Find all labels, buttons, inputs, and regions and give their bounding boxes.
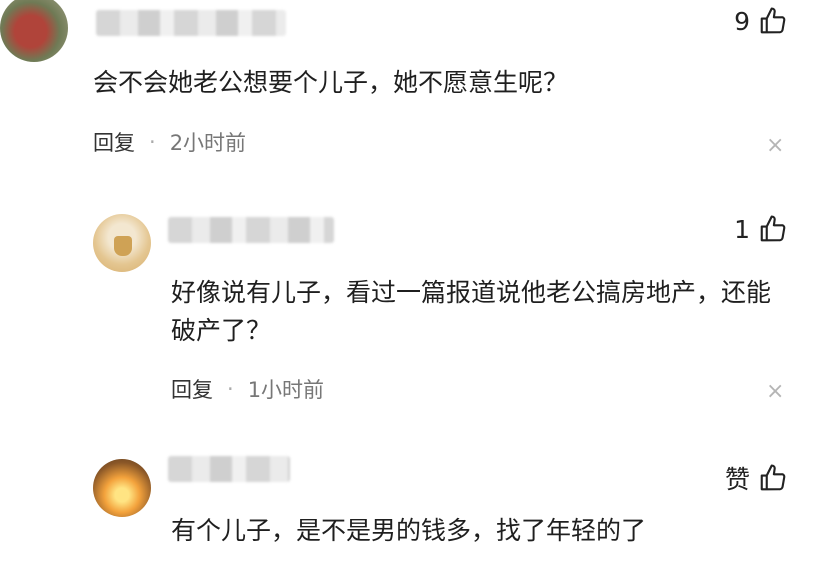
comment-text: 好像说有儿子，看过一篇报道说他老公搞房地产，还能破产了？ bbox=[171, 278, 772, 345]
like-button[interactable]: 1 bbox=[734, 214, 788, 244]
close-icon[interactable]: × bbox=[766, 133, 784, 158]
separator-dot: · bbox=[227, 377, 234, 401]
like-count: 9 bbox=[734, 6, 750, 36]
like-count: 1 bbox=[734, 214, 750, 244]
comment-meta: 回复 · 2小时前 bbox=[93, 127, 246, 157]
avatar[interactable] bbox=[0, 0, 68, 62]
timestamp: 1小时前 bbox=[247, 378, 325, 402]
thumbs-up-icon bbox=[760, 7, 786, 34]
avatar[interactable] bbox=[93, 214, 151, 272]
like-label: 赞 bbox=[724, 465, 750, 494]
thumbs-up-icon bbox=[760, 215, 786, 242]
avatar[interactable] bbox=[93, 459, 151, 517]
comment-text: 有个儿子，是不是男的钱多，找了年轻的了 bbox=[171, 516, 647, 545]
separator-dot: · bbox=[149, 130, 156, 154]
comment-text: 会不会她老公想要个儿子，她不愿意生呢？ bbox=[93, 68, 569, 97]
username-blurred[interactable] bbox=[168, 217, 334, 243]
comment-meta: 回复 · 1小时前 bbox=[171, 374, 324, 404]
close-icon[interactable]: × bbox=[766, 379, 784, 404]
like-button[interactable]: 9 bbox=[734, 6, 788, 36]
reply-button[interactable]: 回复 bbox=[171, 374, 213, 404]
reply-button[interactable]: 回复 bbox=[93, 127, 135, 157]
thumbs-up-icon bbox=[760, 464, 786, 491]
timestamp: 2小时前 bbox=[169, 131, 247, 155]
username-blurred[interactable] bbox=[96, 10, 286, 36]
like-button[interactable]: 赞 bbox=[725, 460, 788, 496]
username-blurred[interactable] bbox=[168, 456, 290, 482]
